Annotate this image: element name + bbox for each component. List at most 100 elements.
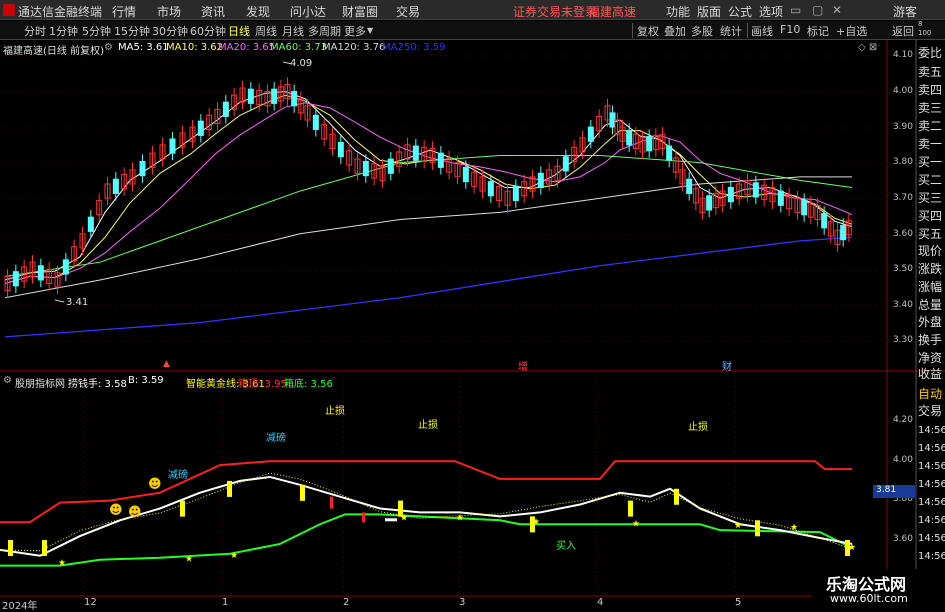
candle-body [512, 185, 519, 202]
star-icon: ★ [734, 521, 742, 531]
price-tick-label: 3.40 [892, 300, 913, 310]
high-price-label: 4.09 [290, 58, 313, 69]
candle-body [169, 138, 176, 154]
candle-body [686, 178, 693, 194]
candle-body [587, 126, 594, 142]
candle-body [291, 91, 298, 107]
trade-time: 14:56 [918, 533, 945, 544]
candle-body [562, 156, 569, 172]
page-number: 8 [918, 20, 923, 28]
signal-bar [42, 540, 47, 556]
event-marker: ▲ [163, 359, 170, 369]
quote-field-label: 卖一 [918, 137, 943, 151]
quote-field-label: 外盘 [918, 315, 943, 329]
time-axis-label: 12 [84, 597, 97, 608]
price-tick-label: 3.70 [892, 193, 913, 203]
quote-field-label: 买四 [918, 209, 943, 223]
candle-body [312, 114, 319, 130]
stop-loss-label: 止损 [688, 422, 708, 433]
price-tick-label: 3.90 [892, 122, 913, 132]
quote-field-label: 现价 [918, 244, 943, 258]
smiley-icon: ☻ [109, 503, 123, 518]
candle-body [62, 259, 69, 275]
candle-body [752, 182, 759, 198]
candle-body [626, 130, 633, 146]
time-axis-label: 2 [343, 597, 350, 608]
price-tick-label: 4.00 [892, 86, 913, 96]
star-icon: ★ [848, 543, 856, 553]
quote-field-label: 买一 [918, 155, 943, 169]
page-number: 100 [918, 29, 932, 37]
candle-body [706, 195, 713, 211]
signal-bar [300, 484, 305, 501]
candle-body [197, 120, 204, 136]
candle-body [87, 216, 94, 232]
quote-field-label: 委比 [918, 46, 943, 60]
candle-body [840, 224, 847, 241]
time-axis-label: 2024年 [2, 601, 38, 612]
current-value-tag: 3.81 [873, 485, 915, 498]
signal-bar [628, 500, 633, 517]
event-marker-finance[interactable]: 财 [722, 358, 732, 373]
quote-field-label: 总量 [918, 298, 943, 312]
sell-arrow-icon [362, 512, 365, 523]
panel-tab[interactable]: 交易 [918, 403, 945, 420]
candle-body [821, 213, 828, 229]
trade-time: 14:56 [918, 479, 945, 490]
indicator-tick-label: 4.20 [892, 415, 913, 425]
reduce-position-label: 减磅 [168, 470, 188, 481]
quote-field-label: 买五 [918, 227, 943, 241]
panel-tab[interactable]: 自动 [918, 386, 945, 403]
price-tick-label: 4.10 [892, 50, 913, 60]
candle-body [412, 145, 419, 161]
smiley-icon: ☻ [148, 477, 162, 492]
star-icon: ★ [790, 523, 798, 533]
star-icon: ★ [632, 519, 640, 529]
candle-body [337, 142, 344, 158]
quote-field-label: 换手 [918, 333, 943, 347]
signal-bar [755, 520, 760, 537]
kline-chart[interactable]: ★ ★ ★ ★ ★ ★ ★ ★ ★ ★ [0, 0, 945, 609]
quote-field-label: 净资 [918, 351, 943, 365]
candle-body [139, 160, 146, 177]
trade-time: 14:56 [918, 551, 945, 562]
event-marker-increase[interactable]: 增 [518, 358, 528, 373]
ma250-line [4, 236, 853, 338]
white-dash [385, 518, 397, 522]
signal-bar [180, 500, 185, 517]
signal-bar [8, 540, 13, 556]
candle-body [646, 136, 653, 152]
watermark: 乐淘公式网 www.60lt.com [812, 569, 945, 609]
candle-body [222, 101, 229, 117]
time-axis-label: 1 [222, 597, 229, 608]
time-axis-label: 5 [735, 597, 742, 608]
price-tick-label: 3.80 [892, 157, 913, 167]
low-price-label: 3.41 [66, 297, 89, 308]
candle-body [666, 145, 673, 161]
trade-time: 14:56 [918, 443, 945, 454]
trade-time: 14:56 [918, 497, 945, 508]
candle-body [487, 181, 494, 197]
price-tick-label: 3.50 [892, 264, 913, 274]
stop-loss-label: 止损 [325, 406, 345, 417]
candle-body [387, 158, 394, 174]
candle-body [247, 88, 254, 104]
quote-field-label: 买二 [918, 173, 943, 187]
signal-bar [227, 480, 232, 497]
star-icon: ★ [400, 513, 408, 523]
trade-time: 14:56 [918, 515, 945, 526]
quote-field-label: 卖五 [918, 65, 943, 79]
quote-field-label: 卖四 [918, 83, 943, 97]
watermark-url: www.60lt.com [830, 592, 908, 605]
sell-arrow-icon [330, 496, 333, 509]
trade-time: 14:56 [918, 425, 945, 436]
candle-body [801, 200, 808, 216]
indicator-tick-label: 3.60 [892, 534, 913, 544]
box-bottom-line [0, 513, 853, 567]
quote-field-label: 涨跌 [918, 262, 943, 276]
stop-loss-label: 止损 [418, 420, 438, 431]
candle-body [437, 152, 444, 168]
quote-field-label: 涨幅 [918, 280, 943, 294]
star-icon: ★ [456, 513, 464, 523]
candle-body [462, 166, 469, 183]
